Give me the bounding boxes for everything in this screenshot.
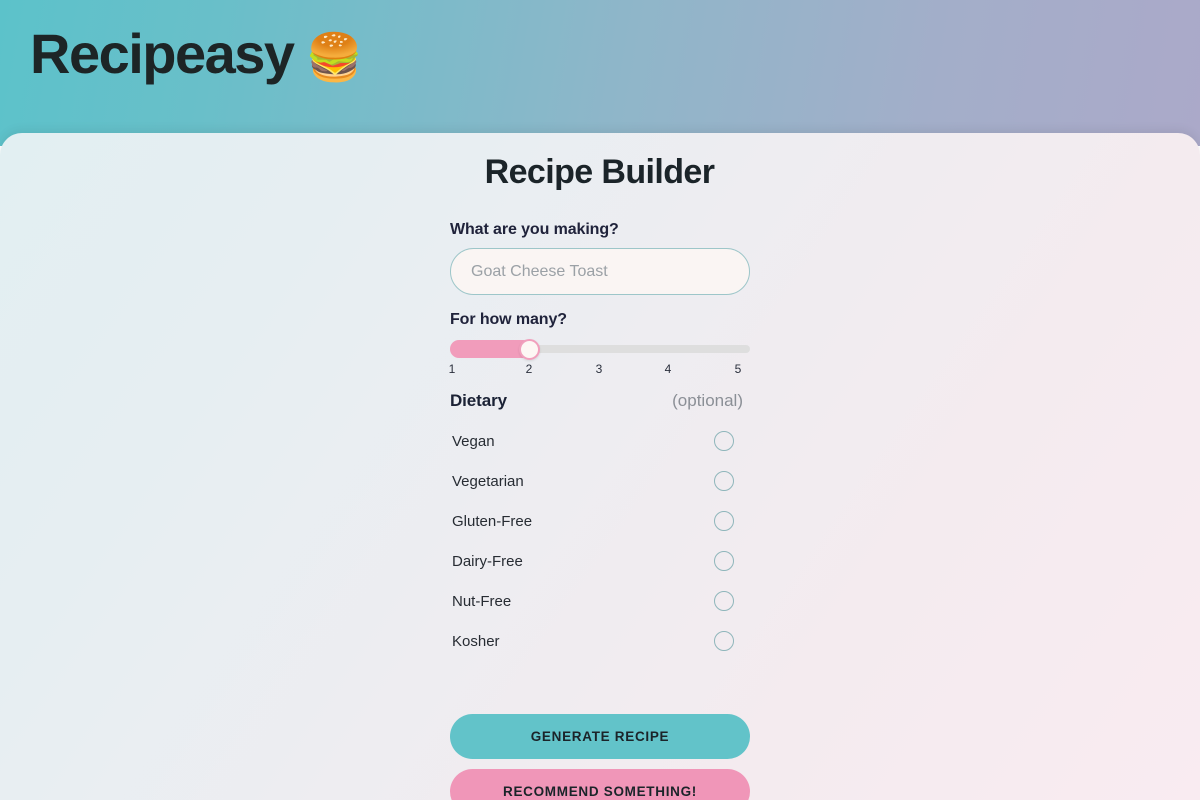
hamburger-icon: 🍔 [305,31,363,83]
servings-slider[interactable] [450,339,750,360]
recommend-something-button[interactable]: RECOMMEND SOMETHING! [450,769,750,800]
dietary-option-vegetarian[interactable]: Vegetarian [450,461,743,501]
slider-tick-5: 5 [734,362,742,376]
dietary-optional-note: (optional) [672,391,743,410]
dietary-option-vegan[interactable]: Vegan [450,421,743,461]
recipe-builder-card: Recipe Builder What are you making? For … [0,133,1200,800]
servings-label: For how many? [450,311,567,328]
slider-tick-2: 2 [525,362,533,376]
dish-input[interactable] [450,248,750,295]
dietary-option-label: Vegetarian [452,472,524,490]
slider-tick-3: 3 [595,362,603,376]
dietary-option-label: Dairy-Free [452,552,523,570]
checkbox-circle-icon[interactable] [714,431,734,451]
dietary-option-nut-free[interactable]: Nut-Free [450,581,743,621]
dietary-option-kosher[interactable]: Kosher [450,621,743,661]
checkbox-circle-icon[interactable] [714,591,734,611]
slider-tick-labels: 1 2 3 4 5 [448,362,750,378]
dietary-option-dairy-free[interactable]: Dairy-Free [450,541,743,581]
dietary-option-label: Vegan [452,432,495,450]
brand-name: Recipeasy [30,22,295,85]
app-header: Recipeasy 🍔 [0,0,1200,146]
checkbox-circle-icon[interactable] [714,551,734,571]
dish-label: What are you making? [450,221,619,238]
generate-recipe-button[interactable]: GENERATE RECIPE [450,714,750,759]
slider-thumb[interactable] [519,339,540,360]
app-root: Recipeasy 🍔 Recipe Builder What are you … [0,0,1200,800]
dietary-option-label: Nut-Free [452,592,512,610]
dietary-option-gluten-free[interactable]: Gluten-Free [450,501,743,541]
slider-tick-4: 4 [664,362,672,376]
brand: Recipeasy 🍔 [30,26,363,82]
page-title: Recipe Builder [484,153,715,191]
checkbox-circle-icon[interactable] [714,631,734,651]
dietary-option-list: Vegan Vegetarian Gluten-Free Dairy-Free … [450,421,750,661]
checkbox-circle-icon[interactable] [714,511,734,531]
slider-tick-1: 1 [448,362,456,376]
form-column: Recipe Builder What are you making? For … [448,133,750,800]
dietary-option-label: Gluten-Free [452,512,533,530]
dietary-option-label: Kosher [452,632,500,650]
dietary-header: Dietary (optional) [450,391,743,411]
dietary-title: Dietary [450,391,507,410]
checkbox-circle-icon[interactable] [714,471,734,491]
